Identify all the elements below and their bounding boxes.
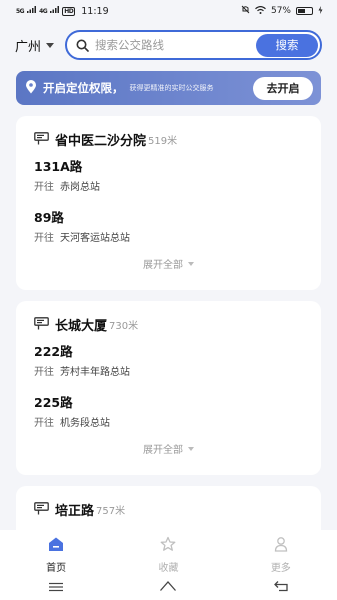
bus-stop-icon — [34, 500, 49, 519]
stop-card[interactable]: 省中医二沙分院 519米 131A路 开往 赤岗总站 89路 开往 天河客运站总站 … — [16, 116, 321, 290]
expand-all-label: 展开全部 — [143, 260, 183, 271]
location-banner-subtitle: 获得更精准的实时公交服务 — [129, 84, 214, 92]
location-permission-banner: 开启定位权限， 获得更精准的实时公交服务 去开启 — [16, 71, 321, 105]
home-nav-icon[interactable] — [159, 577, 177, 596]
back-icon[interactable] — [273, 577, 289, 596]
stop-header: 长城大厦 730米 — [34, 315, 303, 334]
tab-home[interactable]: 首页 — [16, 536, 96, 574]
wifi-icon — [255, 5, 266, 17]
location-pin-icon — [25, 79, 37, 98]
battery-icon — [296, 7, 313, 15]
signal-4g-indicator: 4G — [39, 7, 48, 15]
route-direction: 开往 机务段总站 — [34, 417, 303, 431]
route-direction-prefix: 开往 — [34, 367, 54, 378]
route-item[interactable]: 222路 开往 芳村丰年路总站 — [34, 343, 303, 380]
status-left: 5G 4G HD 11:19 — [16, 6, 109, 17]
route-name: 89路 — [34, 210, 64, 225]
chevron-down-icon — [188, 446, 194, 451]
signal-bars-icon — [27, 6, 37, 16]
search-box: 搜索 — [65, 30, 322, 60]
route-destination: 机务段总站 — [60, 418, 110, 429]
route-item[interactable]: 131A路 开往 赤岗总站 — [34, 158, 303, 195]
mute-icon — [241, 5, 250, 17]
stop-header: 培正路 757米 — [34, 500, 303, 519]
stop-distance: 757米 — [96, 505, 126, 517]
bus-stop-icon — [34, 315, 49, 334]
route-destination: 芳村丰年路总站 — [60, 367, 130, 378]
menu-icon[interactable] — [48, 577, 64, 596]
stop-header: 省中医二沙分院 519米 — [34, 130, 303, 149]
hd-indicator: HD — [62, 6, 76, 16]
route-direction: 开往 天河客运站总站 — [34, 232, 303, 246]
stop-card[interactable]: 长城大厦 730米 222路 开往 芳村丰年路总站 225路 开往 机务段总站 展开… — [16, 301, 321, 475]
search-button[interactable]: 搜索 — [256, 33, 318, 57]
chevron-down-icon — [188, 261, 194, 266]
expand-all-button[interactable]: 展开全部 — [34, 441, 303, 456]
tab-favorites[interactable]: 收藏 — [128, 536, 208, 574]
stop-distance: 730米 — [109, 320, 139, 332]
enable-location-button[interactable]: 去开启 — [253, 76, 313, 100]
chevron-down-icon — [46, 42, 55, 48]
bottom-tab-bar: 首页 收藏 更多 — [0, 530, 337, 574]
location-banner-title: 开启定位权限， — [43, 81, 124, 95]
route-item[interactable]: 89路 开往 天河客运站总站 — [34, 209, 303, 246]
home-icon — [47, 536, 65, 556]
route-name: 222路 — [34, 344, 73, 359]
stop-name: 长城大厦 — [55, 318, 108, 334]
stop-distance: 519米 — [148, 135, 178, 147]
route-direction: 开往 赤岗总站 — [34, 181, 303, 195]
route-direction-prefix: 开往 — [34, 418, 54, 429]
expand-all-label: 展开全部 — [143, 445, 183, 456]
city-label: 广州 — [15, 39, 42, 55]
route-direction: 开往 芳村丰年路总站 — [34, 366, 303, 380]
route-direction-prefix: 开往 — [34, 182, 54, 193]
route-direction-prefix: 开往 — [34, 233, 54, 244]
star-icon — [160, 536, 176, 556]
stop-name: 省中医二沙分院 — [55, 133, 147, 149]
status-time: 11:19 — [81, 5, 109, 17]
signal-bars-icon — [50, 6, 60, 16]
system-nav-bar — [0, 572, 337, 600]
bus-stop-icon — [34, 130, 49, 149]
route-destination: 天河客运站总站 — [60, 233, 130, 244]
battery-percent: 57% — [270, 6, 291, 16]
route-name: 225路 — [34, 395, 73, 410]
search-row: 广州 搜索 — [0, 28, 337, 62]
tab-more[interactable]: 更多 — [241, 536, 321, 574]
stop-name: 培正路 — [55, 503, 95, 519]
signal-5g-indicator: 5G — [16, 7, 25, 15]
route-item[interactable]: 225路 开往 机务段总站 — [34, 394, 303, 431]
battery-fill — [298, 9, 306, 13]
search-input[interactable] — [95, 38, 256, 52]
status-bar: 5G 4G HD 11:19 57% — [0, 0, 337, 22]
route-name: 131A路 — [34, 159, 83, 174]
city-selector[interactable]: 广州 — [15, 36, 65, 55]
status-right: 57% — [241, 5, 323, 17]
search-icon — [76, 38, 90, 52]
expand-all-button[interactable]: 展开全部 — [34, 256, 303, 271]
charging-icon — [318, 5, 323, 17]
route-destination: 赤岗总站 — [60, 182, 100, 193]
person-icon — [273, 536, 289, 556]
